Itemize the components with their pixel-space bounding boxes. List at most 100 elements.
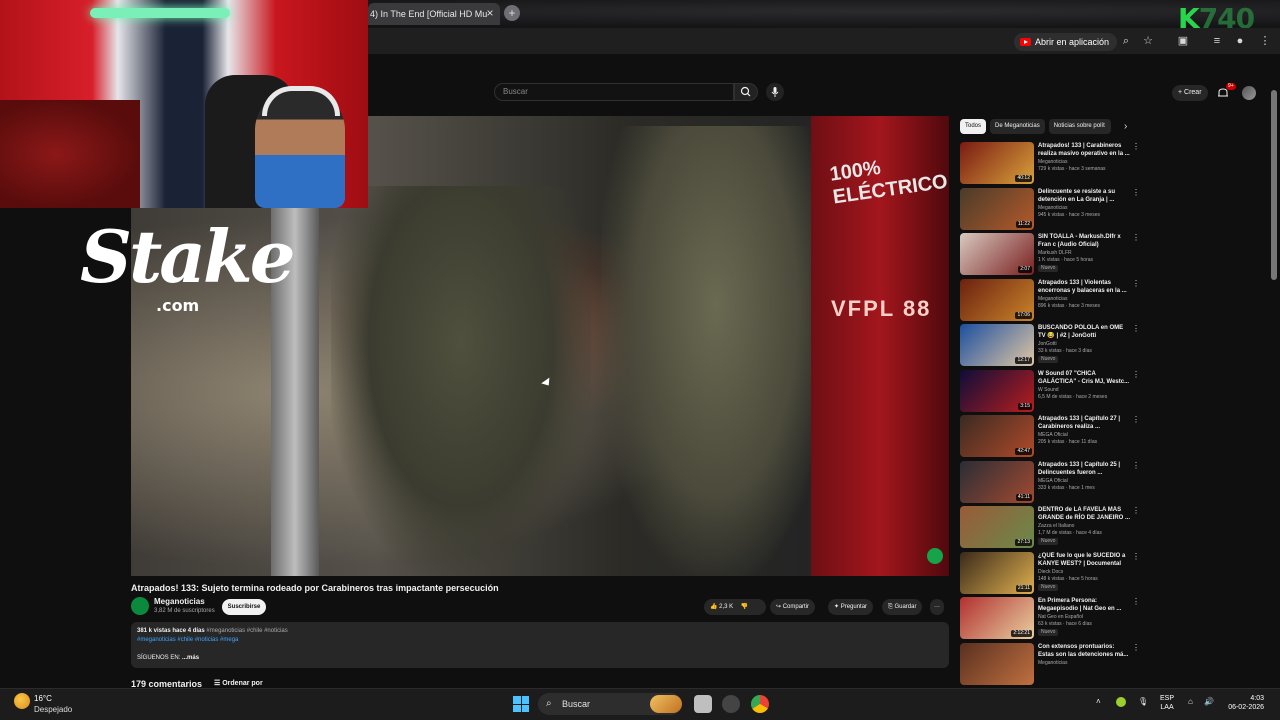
recommendation-channel[interactable]: Meganoticias xyxy=(1038,660,1130,667)
page-scrollbar[interactable] xyxy=(1271,90,1277,280)
video-description[interactable]: 381 k vistas hace 4 días #meganoticias #… xyxy=(131,622,949,668)
description-tags-2[interactable]: #meganoticias #chile #noticias #mega xyxy=(137,636,943,645)
recommendation-item[interactable]: 3:15 W Sound 07 "CHICA GALÁCTICA" - Cris … xyxy=(960,369,1140,412)
recommendation-channel[interactable]: Meganoticias xyxy=(1038,205,1130,212)
browser-menu-icon[interactable]: ⋮ xyxy=(1258,34,1272,48)
language-indicator[interactable]: ESP LAA xyxy=(1160,694,1174,712)
recommendation-menu-icon[interactable]: ⋮ xyxy=(1132,506,1140,518)
recommendation-thumbnail[interactable]: 12:17 xyxy=(960,324,1034,366)
tray-overflow-icon[interactable]: ˄ xyxy=(1096,697,1101,706)
chip-politics-news[interactable]: Noticias sobre polít xyxy=(1048,119,1111,134)
recommendation-item[interactable]: 2:07 SIN TOALLA - Markush.Dlfr x Fran c (… xyxy=(960,233,1140,275)
recommendation-item[interactable]: 40:12 Atrapados! 133 | Carabineros realiz… xyxy=(960,142,1140,184)
recommendation-menu-icon[interactable]: ⋮ xyxy=(1132,552,1140,564)
recommendation-item[interactable]: 42:47 Atrapados 133 | Capítulo 27 | Carab… xyxy=(960,415,1140,457)
recommendation-channel[interactable]: JonGotti xyxy=(1038,341,1130,348)
recommendation-menu-icon[interactable]: ⋮ xyxy=(1132,324,1140,336)
sort-comments-button[interactable]: ☰ Ordenar por xyxy=(214,679,263,687)
recommendation-thumbnail[interactable]: 2:12:21 xyxy=(960,597,1034,639)
recommendation-thumbnail[interactable]: 41:11 xyxy=(960,460,1034,503)
recommendation-title[interactable]: Atrapados! 133 | Carabineros realiza mas… xyxy=(1038,142,1130,158)
recommendation-channel[interactable]: Dieck Docs xyxy=(1038,569,1130,576)
account-avatar[interactable] xyxy=(1242,86,1256,100)
zoom-icon[interactable]: ⌕ xyxy=(1119,34,1133,48)
network-icon[interactable]: ⌂ xyxy=(1188,697,1193,706)
recommendation-thumbnail[interactable]: 27:13 xyxy=(960,506,1034,548)
microphone-tray-icon[interactable]: 🎙 xyxy=(1138,697,1148,706)
subscribe-button[interactable]: Suscribirse xyxy=(222,599,266,615)
chevron-right-icon[interactable]: › xyxy=(1124,121,1134,133)
weather-moon-icon[interactable] xyxy=(14,693,30,709)
recommendation-title[interactable]: Atrapados 133 | Capítulo 25 | Delincuent… xyxy=(1038,461,1130,477)
more-actions-button[interactable]: ··· xyxy=(930,599,944,615)
recommendation-menu-icon[interactable]: ⋮ xyxy=(1132,370,1140,382)
recommendation-thumbnail[interactable]: 3:15 xyxy=(960,369,1034,412)
description-tags-1[interactable]: #meganoticias #chile #noticias xyxy=(206,628,287,634)
recommendation-channel[interactable]: Nat Geo en Español xyxy=(1038,614,1130,621)
recommendation-menu-icon[interactable]: ⋮ xyxy=(1132,643,1140,655)
taskbar-widget-icon[interactable] xyxy=(650,695,682,713)
obs-icon[interactable] xyxy=(722,695,740,713)
taskbar-clock[interactable]: 4:03 06-02-2026 xyxy=(1224,694,1264,712)
volume-icon[interactable]: 🔊 xyxy=(1204,697,1214,706)
dislike-icon[interactable]: 👎 xyxy=(741,604,748,610)
search-button[interactable] xyxy=(734,83,758,101)
recommendation-item[interactable]: 27:13 DENTRO de LA FAVELA MÁS GRANDE de R… xyxy=(960,506,1140,548)
recommendation-item[interactable]: 17:06 Atrapados 133 | Violentas encerrona… xyxy=(960,278,1140,321)
tab-close-icon[interactable]: × xyxy=(482,5,498,21)
recommendation-channel[interactable]: Meganoticias xyxy=(1038,159,1130,166)
weather-description[interactable]: Despejado xyxy=(34,705,72,714)
ask-button[interactable]: ✦ Preguntar xyxy=(828,599,874,615)
open-in-app-button[interactable]: Abrir en aplicación xyxy=(1014,33,1118,51)
recommendation-menu-icon[interactable]: ⋮ xyxy=(1132,461,1140,473)
channel-name[interactable]: Meganoticias xyxy=(154,597,205,606)
create-button[interactable]: + Crear xyxy=(1172,85,1208,101)
share-button[interactable]: ↪ Compartir xyxy=(770,599,816,615)
recommendation-channel[interactable]: W Sound xyxy=(1038,387,1130,394)
save-button[interactable]: ⎘ Guardar xyxy=(882,599,923,615)
recommendation-channel[interactable]: Markush DLFR xyxy=(1038,250,1130,257)
like-icon[interactable]: 👍 xyxy=(710,604,717,610)
chip-all[interactable]: Todos xyxy=(960,119,987,134)
like-count[interactable]: 2,3 K xyxy=(719,604,733,610)
recommendation-channel[interactable]: MEGA Oficial xyxy=(1038,432,1130,439)
windows-start-icon[interactable] xyxy=(513,696,529,712)
recommendation-title[interactable]: BUSCANDO POLOLA en OME TV 😂 | #2 | JonGo… xyxy=(1038,324,1130,340)
recommendation-item[interactable]: Con extensos prontuarios: Estas son las … xyxy=(960,642,1140,685)
extensions-icon[interactable]: ▣ xyxy=(1176,34,1190,48)
media-controls-icon[interactable]: ≡ xyxy=(1210,34,1224,48)
recommendation-thumbnail[interactable]: 21:11 xyxy=(960,551,1034,594)
description-more-link[interactable]: ...más xyxy=(182,655,199,661)
recommendation-thumbnail[interactable]: 42:47 xyxy=(960,415,1034,457)
browser-tab[interactable]: 4) In The End [Official HD Mu xyxy=(368,3,500,25)
recommendation-title[interactable]: Atrapados 133 | Violentas encerronas y b… xyxy=(1038,279,1130,295)
voice-search-button[interactable] xyxy=(766,83,784,101)
recommendation-title[interactable]: Atrapados 133 | Capítulo 27 | Carabinero… xyxy=(1038,415,1130,431)
recommendation-menu-icon[interactable]: ⋮ xyxy=(1132,142,1140,154)
search-input[interactable]: Buscar xyxy=(494,83,734,101)
recommendation-menu-icon[interactable]: ⋮ xyxy=(1132,415,1140,427)
recommendation-title[interactable]: Delincuente se resiste a su detención en… xyxy=(1038,188,1130,204)
recommendation-channel[interactable]: MEGA Oficial xyxy=(1038,478,1130,485)
file-explorer-icon[interactable] xyxy=(694,695,712,713)
recommendation-title[interactable]: SIN TOALLA - Markush.Dlfr x Fran c (Audi… xyxy=(1038,233,1130,249)
recommendation-menu-icon[interactable]: ⋮ xyxy=(1132,188,1140,200)
recommendation-item[interactable]: 2:12:21 En Primera Persona: Megaepisodio … xyxy=(960,597,1140,639)
bookmark-star-icon[interactable]: ☆ xyxy=(1141,34,1155,48)
profile-icon[interactable]: ● xyxy=(1233,34,1247,48)
chrome-icon[interactable] xyxy=(751,695,769,713)
recommendation-thumbnail[interactable]: 40:12 xyxy=(960,142,1034,184)
tray-app-icon[interactable] xyxy=(1116,697,1126,707)
recommendation-menu-icon[interactable]: ⋮ xyxy=(1132,597,1140,609)
recommendation-thumbnail[interactable]: 2:07 xyxy=(960,233,1034,275)
recommendation-title[interactable]: DENTRO de LA FAVELA MÁS GRANDE de RÍO DE… xyxy=(1038,506,1130,522)
recommendation-item[interactable]: 41:11 Atrapados 133 | Capítulo 25 | Delin… xyxy=(960,460,1140,503)
recommendation-menu-icon[interactable]: ⋮ xyxy=(1132,233,1140,245)
recommendation-channel[interactable]: Meganoticias xyxy=(1038,296,1130,303)
recommendation-title[interactable]: En Primera Persona: Megaepisodio | Nat G… xyxy=(1038,597,1130,613)
recommendation-title[interactable]: W Sound 07 "CHICA GALÁCTICA" - Cris MJ, … xyxy=(1038,370,1130,386)
weather-temperature[interactable]: 16°C xyxy=(34,694,52,703)
recommendation-thumbnail[interactable]: 17:06 xyxy=(960,278,1034,321)
recommendation-title[interactable]: Con extensos prontuarios: Estas son las … xyxy=(1038,643,1130,659)
recommendation-title[interactable]: ¿QUÉ fue lo que le SUCEDIÓ a KANYE WEST?… xyxy=(1038,552,1130,568)
